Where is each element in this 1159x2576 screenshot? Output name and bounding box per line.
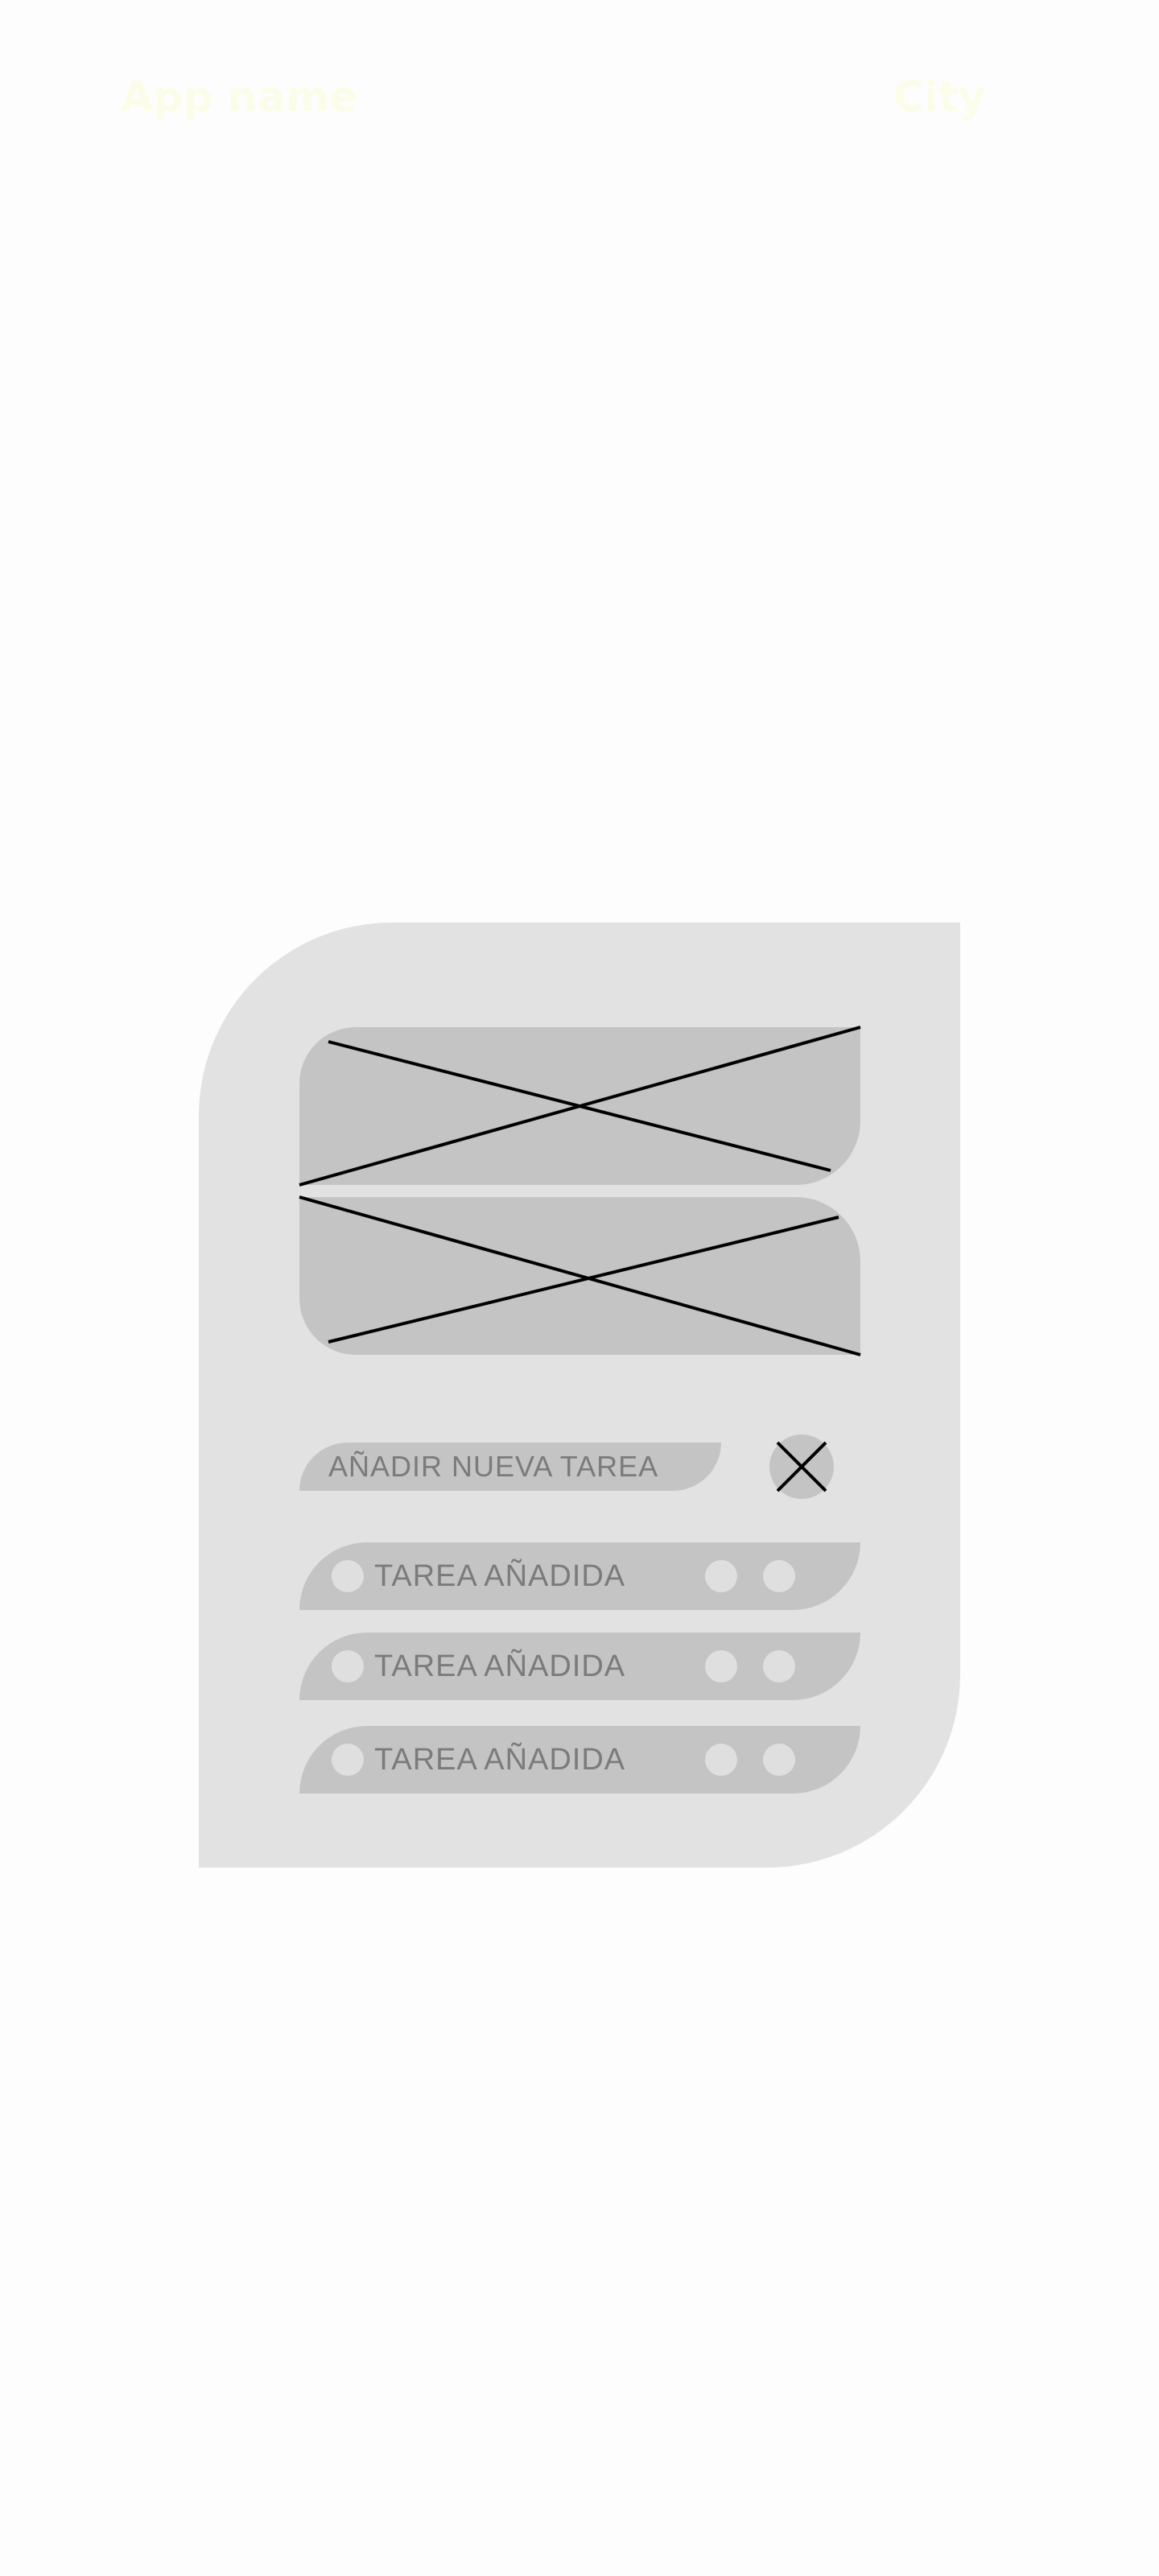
city-label: City: [893, 73, 986, 122]
app-name: App name: [121, 73, 358, 122]
close-button[interactable]: [769, 1435, 834, 1499]
task-delete-button[interactable]: [763, 1744, 795, 1776]
task-item[interactable]: TAREA AÑADIDA: [299, 1542, 860, 1610]
task-delete-button[interactable]: [763, 1560, 795, 1592]
new-task-placeholder: AÑADIR NUEVA TAREA: [328, 1450, 659, 1483]
task-edit-button[interactable]: [705, 1650, 737, 1682]
task-check-button[interactable]: [332, 1650, 364, 1682]
task-item[interactable]: TAREA AÑADIDA: [299, 1726, 860, 1794]
task-label: TAREA AÑADIDA: [374, 1649, 626, 1683]
image-placeholder: [299, 1026, 861, 1187]
image-placeholder-icon: [299, 1026, 861, 1187]
task-label: TAREA AÑADIDA: [374, 1559, 626, 1593]
task-edit-button[interactable]: [705, 1744, 737, 1776]
task-check-button[interactable]: [332, 1560, 364, 1592]
task-item[interactable]: TAREA AÑADIDA: [299, 1633, 860, 1700]
image-placeholder-icon: [299, 1195, 861, 1356]
task-label: TAREA AÑADIDA: [374, 1743, 626, 1777]
image-placeholder: [299, 1195, 861, 1356]
task-check-button[interactable]: [332, 1744, 364, 1776]
task-delete-button[interactable]: [763, 1650, 795, 1682]
new-task-input[interactable]: AÑADIR NUEVA TAREA: [299, 1443, 721, 1491]
close-icon: [776, 1441, 827, 1492]
task-edit-button[interactable]: [705, 1560, 737, 1592]
